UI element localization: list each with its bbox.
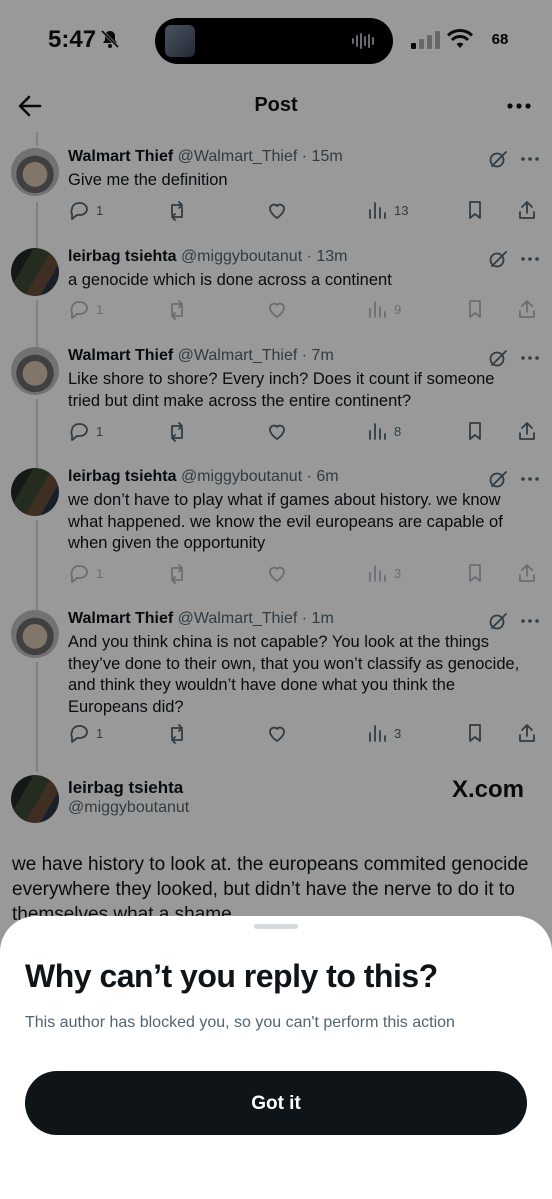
sheet-title: Why can’t you reply to this? (25, 958, 438, 994)
sheet-grabber[interactable] (254, 924, 298, 929)
sheet-subtitle: This author has blocked you, so you can'… (25, 1014, 455, 1031)
got-it-button[interactable]: Got it (25, 1071, 527, 1135)
bottom-sheet: Why can’t you reply to this? This author… (0, 916, 552, 1199)
